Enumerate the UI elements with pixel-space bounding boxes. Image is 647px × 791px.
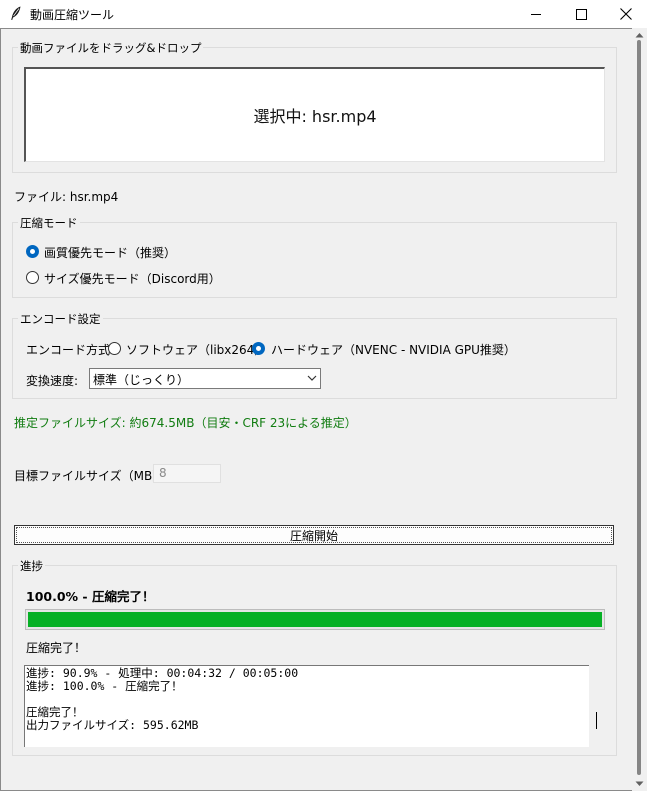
drop-group-label: 動画ファイルをドラッグ&ドロップ <box>18 40 204 56</box>
title-bar[interactable]: 動画圧縮ツール <box>0 0 647 28</box>
start-compress-label: 圧縮開始 <box>289 528 338 543</box>
close-button[interactable] <box>603 0 647 28</box>
target-size-input[interactable]: 8 <box>153 464 221 483</box>
text-cursor <box>596 712 597 729</box>
progress-fill <box>28 612 602 627</box>
radio-software-encode[interactable] <box>108 342 121 355</box>
radio-hardware-encode[interactable] <box>252 342 265 355</box>
radio-size-mode[interactable] <box>26 271 39 284</box>
mode-group-label: 圧縮モード <box>18 215 80 231</box>
speed-select[interactable]: 標準（じっくり） <box>89 368 321 389</box>
progress-bar <box>25 609 605 630</box>
window-title: 動画圧縮ツール <box>30 8 115 22</box>
software-encode-label[interactable]: ソフトウェア（libx264） <box>126 341 266 358</box>
estimate-text: 推定ファイルサイズ: 約674.5MB（目安・CRF 23による推定） <box>14 416 357 430</box>
target-size-label: 目標ファイルサイズ（MB）: <box>14 469 169 483</box>
selected-file-text: 選択中: hsr.mp4 <box>253 107 377 126</box>
scroll-up-icon[interactable] <box>635 32 644 38</box>
speed-select-value: 標準（じっくり） <box>93 373 190 387</box>
log-textbox[interactable]: 進捗: 90.9% - 処理中: 00:04:32 / 00:05:00 進捗:… <box>24 665 589 747</box>
app-window: 動画圧縮ツール 動画ファイルをドラッグ&ドロップ 選択中: hsr.mp4 ファ… <box>0 0 647 791</box>
scroll-thumb[interactable] <box>637 40 641 775</box>
close-icon <box>620 8 632 20</box>
log-line: 出力ファイルサイズ: 595.62MB <box>26 718 199 732</box>
progress-headline: 100.0% - 圧縮完了！ <box>26 589 155 604</box>
start-compress-button[interactable]: 圧縮開始 <box>14 525 614 545</box>
scroll-down-icon[interactable] <box>635 781 644 787</box>
maximize-button[interactable] <box>558 0 604 28</box>
size-mode-label[interactable]: サイズ優先モード（Discord用） <box>44 270 221 287</box>
maximize-icon <box>575 8 587 20</box>
encode-group-label: エンコード設定 <box>18 311 103 327</box>
file-label: ファイル: hsr.mp4 <box>14 190 119 204</box>
chevron-down-icon <box>307 375 317 381</box>
minimize-icon <box>531 14 541 15</box>
log-line: 進捗: 100.0% - 圧縮完了！ <box>26 679 183 693</box>
progress-group-label: 進捗 <box>18 558 45 574</box>
speed-label: 変換速度: <box>26 374 79 388</box>
hardware-encode-label[interactable]: ハードウェア（NVENC - NVIDIA GPU推奨） <box>271 341 516 358</box>
drop-area[interactable]: 選択中: hsr.mp4 <box>24 67 605 162</box>
progress-status: 圧縮完了！ <box>26 641 87 655</box>
encode-method-label: エンコード方式: <box>26 343 115 357</box>
radio-quality-mode[interactable] <box>26 245 39 258</box>
feather-icon <box>11 6 21 20</box>
minimize-button[interactable] <box>513 0 559 28</box>
quality-mode-label[interactable]: 画質優先モード（推奨） <box>44 244 176 261</box>
